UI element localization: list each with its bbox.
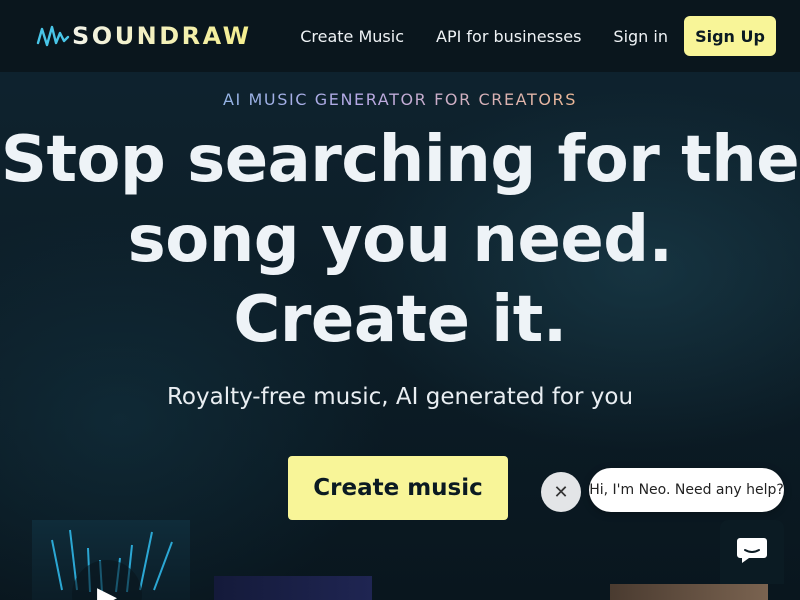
headline-line-2: song you need.: [127, 203, 673, 277]
nav-links: Create Music API for businesses Sign in …: [300, 16, 776, 56]
video-thumbnail-3[interactable]: [610, 584, 768, 600]
nav-link-api-for-businesses[interactable]: API for businesses: [436, 27, 581, 46]
chat-greeting-bubble[interactable]: Hi, I'm Neo. Need any help?: [589, 468, 784, 512]
soundraw-logo-icon: [36, 23, 70, 49]
sign-in-link[interactable]: Sign in: [613, 27, 668, 46]
close-icon[interactable]: ✕: [541, 472, 581, 512]
logo[interactable]: SOUNDRAW: [36, 22, 252, 50]
headline-line-3: Create it.: [233, 283, 567, 357]
video-thumbnail-1[interactable]: ▶: [32, 520, 190, 600]
video-thumbnail-2[interactable]: [214, 576, 372, 600]
hero-eyebrow: AI MUSIC GENERATOR FOR CREATORS: [0, 90, 800, 109]
chat-launcher-button[interactable]: [720, 520, 784, 584]
create-music-button[interactable]: Create music: [288, 456, 508, 520]
nav-link-create-music[interactable]: Create Music: [300, 27, 404, 46]
hero-subhead: Royalty-free music, AI generated for you: [166, 384, 634, 410]
headline-line-1: Stop searching for the: [0, 123, 800, 197]
hero-headline: Stop searching for the song you need. Cr…: [0, 120, 800, 360]
chat-icon: [735, 535, 769, 569]
logo-text: SOUNDRAW: [72, 22, 252, 50]
top-navbar: SOUNDRAW Create Music API for businesses…: [0, 0, 800, 72]
sign-up-button[interactable]: Sign Up: [684, 16, 776, 56]
